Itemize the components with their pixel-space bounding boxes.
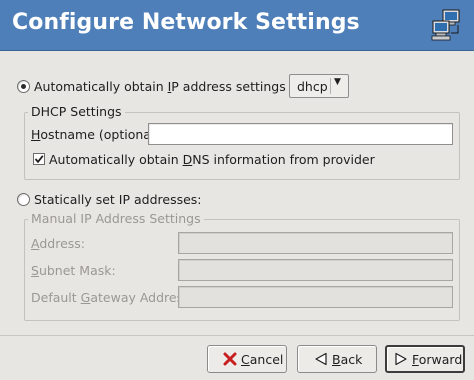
ip-method-value: dhcp [297, 79, 328, 94]
title-bar: Configure Network Settings [0, 0, 474, 51]
dhcp-settings-title: DHCP Settings [28, 104, 125, 119]
address-input[interactable] [178, 232, 453, 254]
auto-dns-checkbox[interactable] [33, 153, 45, 165]
chevron-down-icon: ▼ [334, 77, 341, 87]
auto-dns-label[interactable]: Automatically obtain DNS information fro… [49, 152, 375, 167]
auto-ip-radio[interactable] [17, 80, 30, 93]
static-ip-radio[interactable] [17, 193, 30, 206]
arrow-right-icon [395, 352, 407, 366]
manual-settings-title: Manual IP Address Settings [28, 211, 204, 226]
gateway-label: Default Gateway Address: [31, 290, 194, 305]
network-computers-icon [431, 9, 460, 41]
hostname-input[interactable] [148, 123, 453, 145]
checkmark-icon [34, 155, 44, 164]
subnet-mask-input[interactable] [178, 259, 453, 281]
cancel-icon [223, 352, 237, 366]
window-title: Configure Network Settings [12, 10, 360, 35]
arrow-left-icon [315, 352, 327, 366]
button-divider [0, 335, 474, 336]
hostname-label: Hostname (optional): [31, 127, 164, 142]
forward-button[interactable]: Forward [385, 345, 465, 373]
ip-method-select[interactable]: dhcp ▼ [289, 74, 349, 98]
back-button[interactable]: Back [297, 345, 377, 373]
combo-separator [330, 78, 331, 94]
gateway-input[interactable] [178, 286, 453, 308]
cancel-button[interactable]: Cancel [207, 345, 287, 373]
static-ip-label[interactable]: Statically set IP addresses: [34, 192, 202, 207]
address-label: Address: [31, 236, 86, 251]
auto-ip-label[interactable]: Automatically obtain IP address settings… [34, 79, 320, 94]
subnet-mask-label: Subnet Mask: [31, 263, 116, 278]
